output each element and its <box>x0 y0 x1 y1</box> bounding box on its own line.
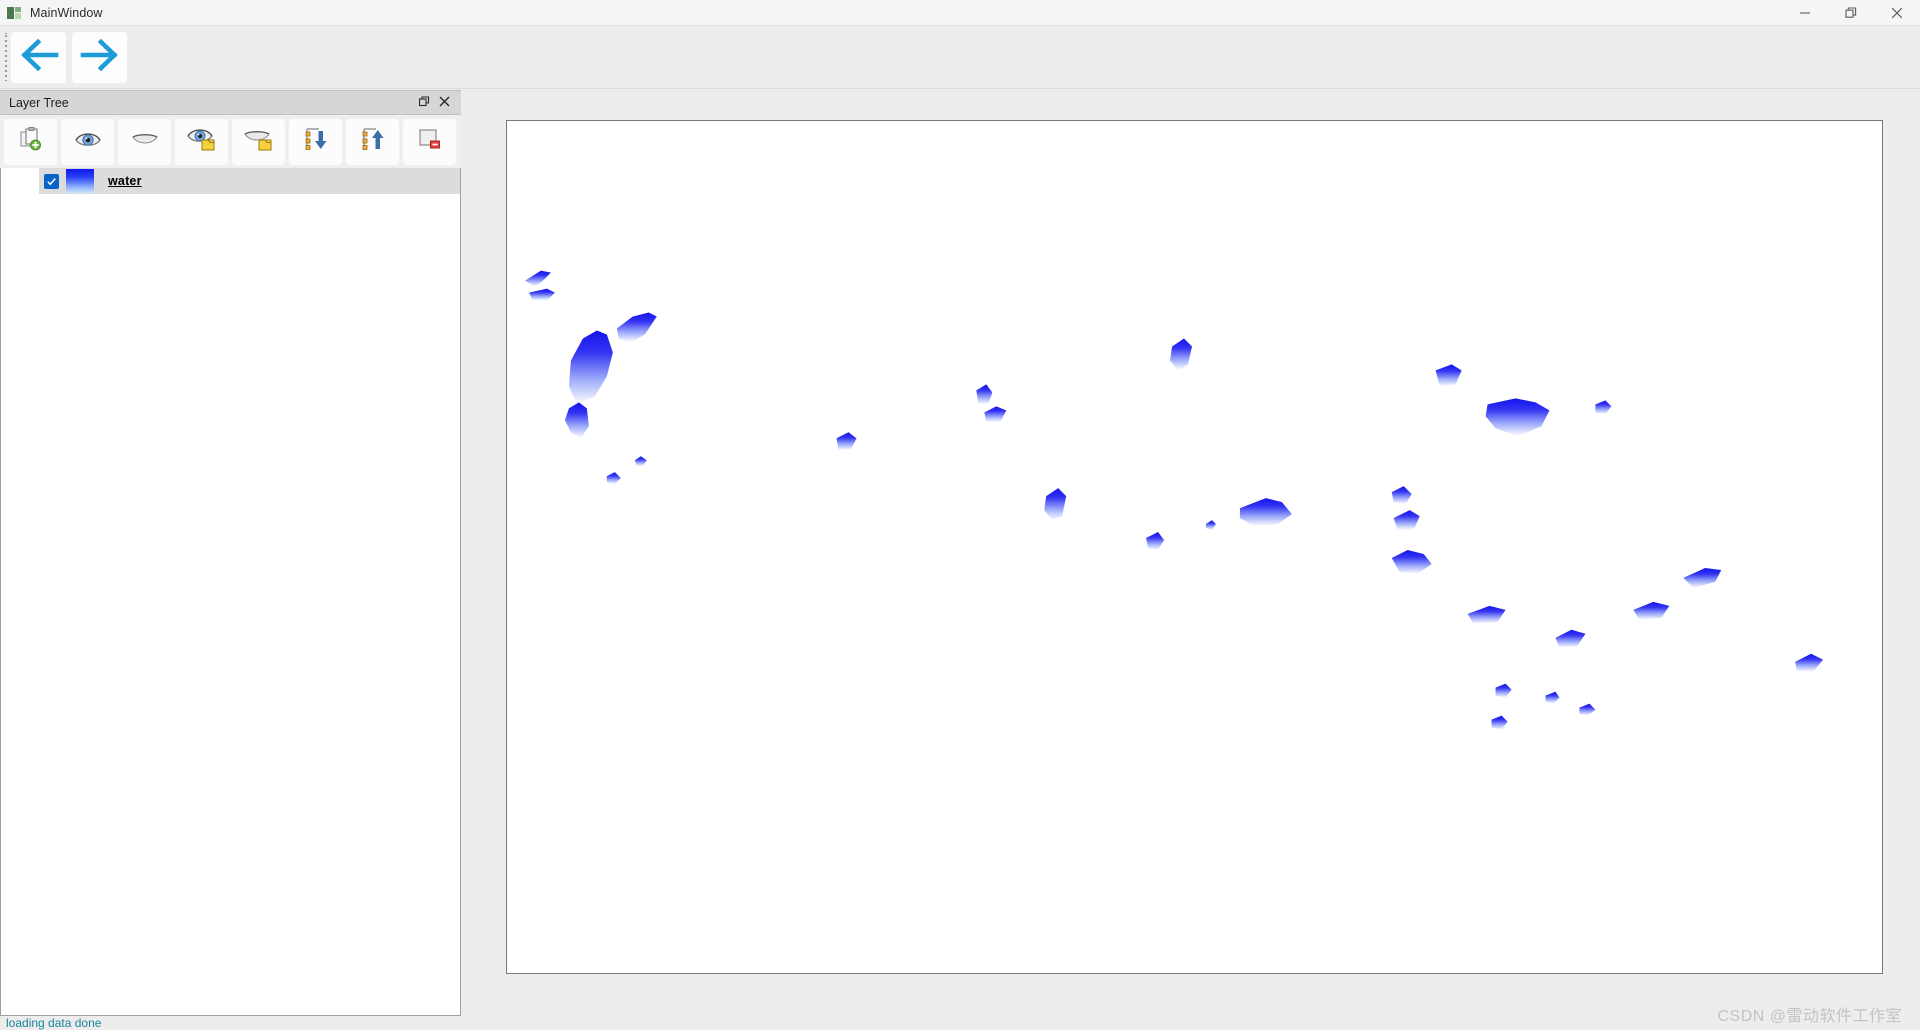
water-polygon[interactable] <box>836 432 857 451</box>
map-features-layer <box>524 270 1824 730</box>
layer-tree-title: Layer Tree <box>9 95 69 110</box>
eye-closed-icon <box>131 128 159 155</box>
hide-selected-layers-button[interactable] <box>231 117 286 166</box>
water-polygon[interactable] <box>634 456 647 467</box>
toolbar-drag-handle[interactable] <box>1 33 10 81</box>
water-polygon[interactable] <box>1044 488 1067 521</box>
water-polygon[interactable] <box>1485 398 1550 437</box>
status-message: loading data done <box>6 1016 102 1030</box>
water-polygon[interactable] <box>1555 629 1586 648</box>
add-layer-button[interactable] <box>3 117 58 166</box>
water-polygon[interactable] <box>1595 400 1612 415</box>
float-button[interactable] <box>414 93 434 113</box>
water-polygon[interactable] <box>1239 498 1292 527</box>
move-down-icon <box>303 126 329 157</box>
layer-visibility-checkbox[interactable] <box>44 173 59 189</box>
water-polygon[interactable] <box>976 384 993 405</box>
watermark-label: CSDN @雷动软件工作室 <box>1717 1008 1902 1025</box>
remove-layer-icon <box>417 126 443 157</box>
hide-all-layers-button[interactable] <box>117 117 172 166</box>
layer-tree-dock-titlebar[interactable]: Layer Tree <box>0 90 461 115</box>
move-layer-up-button[interactable] <box>345 117 400 166</box>
water-polygon[interactable] <box>1391 486 1412 505</box>
show-selected-layers-button[interactable] <box>174 117 229 166</box>
map-area <box>461 90 1920 1016</box>
add-layer-icon <box>18 126 44 157</box>
window-controls <box>1782 0 1920 26</box>
water-polygon[interactable] <box>1579 703 1596 716</box>
water-polygon[interactable] <box>1495 683 1512 698</box>
water-polygons <box>524 270 1824 730</box>
restore-button[interactable] <box>1828 0 1874 26</box>
layer-tree-list[interactable]: water <box>0 168 461 1016</box>
water-polygon[interactable] <box>1683 567 1722 588</box>
eye-closed-selected-icon <box>243 126 274 157</box>
remove-layer-button[interactable] <box>402 117 457 166</box>
show-all-layers-button[interactable] <box>60 117 115 166</box>
check-icon <box>47 177 56 185</box>
eye-open-icon <box>74 128 102 155</box>
window-titlebar: MainWindow <box>0 0 1920 26</box>
forward-button[interactable] <box>71 30 128 84</box>
map-canvas[interactable] <box>506 120 1883 974</box>
water-polygon[interactable] <box>564 402 589 439</box>
window-title: MainWindow <box>30 5 103 20</box>
main-toolbar <box>0 26 1920 89</box>
minimize-button[interactable] <box>1782 0 1828 26</box>
water-polygon[interactable] <box>524 270 551 287</box>
water-polygon[interactable] <box>1491 715 1508 730</box>
application-icon <box>7 5 23 21</box>
water-polygon[interactable] <box>1205 520 1216 531</box>
move-up-icon <box>360 126 386 157</box>
water-polygon[interactable] <box>1393 510 1420 531</box>
water-polygon[interactable] <box>1545 691 1560 704</box>
close-button[interactable] <box>434 93 454 113</box>
arrow-left-icon <box>17 37 61 78</box>
water-polygon[interactable] <box>1467 605 1506 624</box>
layer-name-label[interactable]: water <box>108 174 142 188</box>
move-layer-down-button[interactable] <box>288 117 343 166</box>
water-polygon[interactable] <box>606 472 621 485</box>
water-polygon[interactable] <box>1795 653 1824 672</box>
layer-tree-dock: Layer Tree water <box>0 90 461 1016</box>
status-bar <box>0 1016 1920 1030</box>
layer-tree-dock-buttons <box>414 93 461 113</box>
eye-open-selected-icon <box>186 126 217 157</box>
water-polygon[interactable] <box>1435 364 1462 387</box>
arrow-right-icon <box>78 37 122 78</box>
float-window-icon <box>418 94 430 112</box>
water-polygon[interactable] <box>1633 601 1670 620</box>
layer-color-swatch <box>66 169 94 193</box>
water-polygon[interactable] <box>984 406 1007 423</box>
layer-tree-toolbar <box>0 115 461 168</box>
water-polygon[interactable] <box>1391 549 1432 574</box>
water-polygon[interactable] <box>568 330 613 405</box>
close-button[interactable] <box>1874 0 1920 26</box>
water-polygon[interactable] <box>528 288 555 301</box>
water-polygon[interactable] <box>616 312 657 343</box>
water-polygon[interactable] <box>1170 338 1193 371</box>
close-icon <box>439 94 450 112</box>
layer-list-item-water[interactable]: water <box>39 168 460 194</box>
back-button[interactable] <box>10 30 67 84</box>
water-polygon[interactable] <box>1146 532 1165 550</box>
